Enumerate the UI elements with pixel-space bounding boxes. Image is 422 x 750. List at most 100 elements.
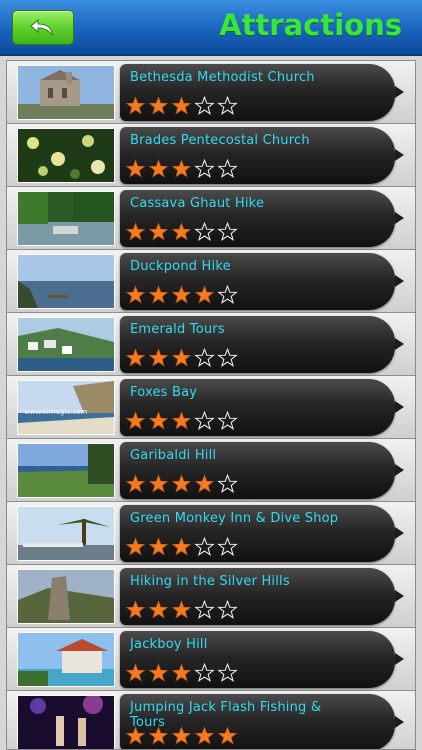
star-filled-icon: [171, 348, 192, 367]
star-empty-icon: [194, 95, 215, 115]
star-filled-icon: [125, 411, 146, 430]
attraction-card[interactable]: Green Monkey Inn & Dive Shop: [120, 505, 404, 562]
attraction-name: Bethesda Methodist Church: [130, 70, 315, 85]
star-filled-icon: [125, 159, 146, 178]
attraction-thumbnail: [17, 317, 115, 372]
star-filled-icon: [125, 663, 146, 682]
back-button[interactable]: [12, 10, 74, 45]
rating-stars: [125, 284, 238, 306]
attraction-card[interactable]: Foxes Bay: [120, 379, 404, 436]
star-filled-icon: [148, 159, 169, 178]
star-filled-icon: [125, 222, 146, 241]
list-item[interactable]: Cassava Ghaut Hike: [7, 187, 415, 250]
star-filled-icon: [171, 726, 192, 745]
star-empty-icon: [217, 347, 238, 367]
star-filled-icon: [171, 222, 192, 241]
star-filled-icon: [194, 726, 215, 745]
star-empty-icon: [217, 221, 238, 241]
photo-watermark: www.kimagic.com: [24, 408, 88, 416]
star-filled-icon: [148, 285, 169, 304]
star-empty-icon: [194, 410, 215, 430]
list-item[interactable]: Brades Pentecostal Church: [7, 124, 415, 187]
rating-stars: [125, 599, 238, 621]
star-filled-icon: [125, 285, 146, 304]
list-item[interactable]: Jackboy Hill: [7, 628, 415, 691]
rating-stars: [125, 473, 238, 495]
list-item[interactable]: www.kimagic.com Foxes Bay: [7, 376, 415, 439]
top-bar: Attractions: [0, 0, 422, 56]
attraction-name: Cassava Ghaut Hike: [130, 196, 265, 211]
star-empty-icon: [194, 221, 215, 241]
attraction-card[interactable]: Emerald Tours: [120, 316, 404, 373]
attraction-name: Green Monkey Inn & Dive Shop: [130, 511, 339, 526]
star-filled-icon: [194, 474, 215, 493]
rating-stars: [125, 410, 238, 432]
star-filled-icon: [171, 537, 192, 556]
attraction-card[interactable]: Duckpond Hike: [120, 253, 404, 310]
list-item[interactable]: Emerald Tours: [7, 313, 415, 376]
attraction-card[interactable]: Bethesda Methodist Church: [120, 64, 404, 121]
star-filled-icon: [171, 411, 192, 430]
back-arrow-icon: [30, 18, 53, 36]
attraction-name: Brades Pentecostal Church: [130, 133, 310, 148]
star-empty-icon: [194, 662, 215, 682]
rating-stars: [125, 725, 238, 747]
star-empty-icon: [217, 284, 238, 304]
attraction-name: Garibaldi Hill: [130, 448, 217, 463]
attraction-card[interactable]: Brades Pentecostal Church: [120, 127, 404, 184]
star-empty-icon: [194, 536, 215, 556]
star-filled-icon: [194, 285, 215, 304]
list-item[interactable]: Duckpond Hike: [7, 250, 415, 313]
attraction-name: Emerald Tours: [130, 322, 225, 337]
attraction-name: Foxes Bay: [130, 385, 198, 400]
attraction-card[interactable]: Garibaldi Hill: [120, 442, 404, 499]
star-empty-icon: [217, 662, 238, 682]
star-filled-icon: [125, 348, 146, 367]
list-item[interactable]: Bethesda Methodist Church: [7, 61, 415, 124]
attraction-thumbnail: [17, 65, 115, 120]
rating-stars: [125, 536, 238, 558]
rating-stars: [125, 347, 238, 369]
attraction-thumbnail: [17, 191, 115, 246]
star-empty-icon: [217, 410, 238, 430]
attraction-card[interactable]: Jackboy Hill: [120, 631, 404, 688]
attraction-card[interactable]: Cassava Ghaut Hike: [120, 190, 404, 247]
star-filled-icon: [171, 600, 192, 619]
star-filled-icon: [217, 726, 238, 745]
rating-stars: [125, 158, 238, 180]
attraction-card[interactable]: Jumping Jack Flash Fishing & Tours: [120, 694, 404, 749]
attraction-thumbnail: [17, 632, 115, 687]
attraction-name: Jackboy Hill: [130, 637, 208, 652]
star-filled-icon: [148, 663, 169, 682]
star-filled-icon: [148, 726, 169, 745]
star-filled-icon: [148, 537, 169, 556]
rating-stars: [125, 662, 238, 684]
star-empty-icon: [217, 158, 238, 178]
list-item[interactable]: Jumping Jack Flash Fishing & Tours: [7, 691, 415, 749]
star-filled-icon: [171, 474, 192, 493]
star-empty-icon: [217, 95, 238, 115]
attraction-thumbnail: [17, 506, 115, 561]
star-filled-icon: [148, 222, 169, 241]
star-empty-icon: [194, 158, 215, 178]
attractions-list[interactable]: Bethesda Methodist Church Brades Pentecos…: [6, 60, 416, 750]
star-empty-icon: [194, 599, 215, 619]
star-filled-icon: [148, 600, 169, 619]
page-title: Attractions: [219, 8, 402, 42]
star-filled-icon: [125, 474, 146, 493]
list-item[interactable]: Green Monkey Inn & Dive Shop: [7, 502, 415, 565]
star-filled-icon: [148, 474, 169, 493]
attraction-thumbnail: [17, 254, 115, 309]
list-item[interactable]: Hiking in the Silver Hills: [7, 565, 415, 628]
star-empty-icon: [217, 599, 238, 619]
list-item[interactable]: Garibaldi Hill: [7, 439, 415, 502]
attraction-name: Hiking in the Silver Hills: [130, 574, 290, 589]
attraction-thumbnail: [17, 443, 115, 498]
attraction-thumbnail: www.kimagic.com: [17, 380, 115, 435]
star-empty-icon: [217, 473, 238, 493]
attraction-card[interactable]: Hiking in the Silver Hills: [120, 568, 404, 625]
star-filled-icon: [171, 159, 192, 178]
attraction-thumbnail: [17, 128, 115, 183]
star-filled-icon: [148, 411, 169, 430]
star-filled-icon: [125, 726, 146, 745]
